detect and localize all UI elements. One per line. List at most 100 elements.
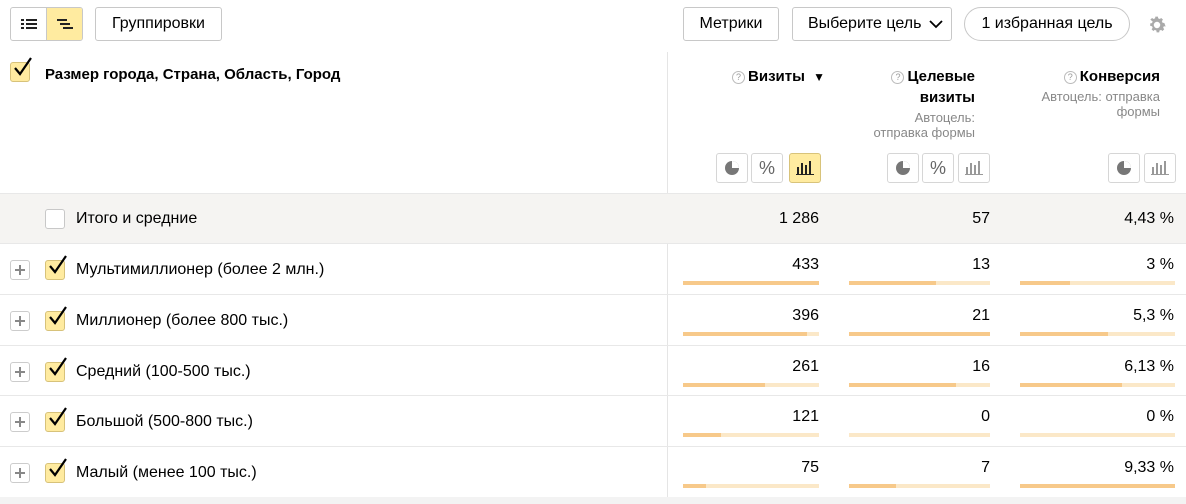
row-conversion: 6,13 % [1124,357,1174,375]
conversion-pie-button[interactable] [1108,153,1140,183]
row-checkbox[interactable] [45,255,67,280]
view-toggle [10,7,83,41]
row-goal-visits-bar-track [849,433,990,438]
column-goal-visits-title-1: Целевые [907,68,975,85]
sort-desc-icon[interactable]: ▼ [813,70,825,84]
column-visits-title: Визиты [748,68,805,85]
gear-icon[interactable] [1146,14,1168,36]
chevron-down-icon [929,19,944,28]
row-checkbox[interactable] [45,356,67,382]
row-conversion-bar-fill [1020,484,1175,489]
total-goal-visits: 57 [972,210,990,227]
help-icon[interactable]: ? [732,71,746,84]
row-conversion-bar-fill [1020,281,1070,285]
expand-row-button[interactable] [10,463,30,484]
metrics-button[interactable]: Метрики [683,7,779,41]
plus-icon [15,315,25,326]
row-checkbox[interactable] [45,458,67,484]
column-goal-visits-header[interactable]: ? Целевые визиты Автоцель: отправка формы [825,66,975,140]
visits-pie-button[interactable] [716,153,748,183]
expand-row-button[interactable] [10,361,30,382]
total-checkbox[interactable] [45,209,65,229]
conversion-bars-button[interactable] [1144,153,1176,183]
table-row: Большой (500-800 тыс.) 121 0 0 % [0,395,1186,446]
groupings-button[interactable]: Группировки [95,7,222,41]
row-conversion-bar-fill [1020,382,1122,387]
list-view-button[interactable] [11,8,46,40]
row-conversion: 5,3 % [1133,306,1174,324]
tree-icon [56,19,73,29]
percent-icon: % [929,157,946,178]
column-visits-header[interactable]: ? Визиты ▼ [665,66,825,88]
row-label: Средний (100-500 тыс.) [76,362,251,380]
checkmark-icon [49,407,67,427]
row-visits-bar-track [683,382,819,387]
row-visits-bar-fill [683,433,721,438]
goal-select-label: Выберите цель [808,15,922,32]
row-visits-bar-track [683,433,819,438]
row-conversion-bar-track [1020,382,1175,387]
expand-row-button[interactable] [10,310,30,331]
row-checkbox[interactable] [45,407,67,433]
bar-chart-icon [796,161,814,175]
checkmark-icon [49,306,67,325]
goal-visits-pie-button[interactable] [887,153,919,183]
expand-row-button[interactable] [10,260,30,280]
row-conversion-bar-fill [1020,331,1108,336]
row-goal-visits: 0 [981,408,990,426]
dimension-title: Размер города, Страна, Область, Город [45,66,341,83]
visits-percent-button[interactable]: % [751,153,783,183]
total-row: Итого и средние 1 286 57 4,43 % [0,193,1186,243]
row-visits-bar-fill [683,484,706,489]
row-conversion: 0 % [1146,408,1174,426]
pie-chart-icon [896,161,910,175]
row-visits: 75 [801,459,819,477]
tree-view-button[interactable] [46,8,82,40]
table-row: Миллионер (более 800 тыс.) 396 21 5,3 % [0,293,1186,345]
goal-visits-bars-button[interactable] [958,153,990,183]
plus-icon [15,265,25,275]
row-conversion-bar-track [1020,331,1175,336]
row-goal-visits-bar-track [849,281,990,285]
row-label: Мультимиллионер (более 2 млн.) [76,261,325,278]
column-conversion-title: Конверсия [1079,68,1160,85]
checkmark-icon [49,356,67,376]
row-visits-bar-fill [683,281,819,285]
table-footer-line [0,497,1186,504]
plus-icon [15,366,25,377]
list-icon [20,19,37,29]
row-visits-bar-track [683,484,819,489]
row-visits: 121 [792,408,819,426]
row-conversion-bar-track [1020,433,1175,438]
row-goal-visits-bar-fill [849,484,896,489]
row-goal-visits: 16 [972,357,990,375]
dimension-header-checkbox[interactable] [10,57,32,82]
row-goal-visits-bar-fill [849,382,956,387]
row-label: Большой (500-800 тыс.) [76,413,253,431]
row-goal-visits-bar-fill [849,281,936,285]
table-row: Средний (100-500 тыс.) 261 16 6,13 % [0,344,1186,396]
row-label: Малый (менее 100 тыс.) [76,464,257,482]
goal-select[interactable]: Выберите цель [792,7,952,41]
row-checkbox[interactable] [45,306,67,331]
help-icon[interactable]: ? [891,71,905,84]
column-goal-visits-title-2: визиты [919,89,975,106]
total-conversion: 4,43 % [1124,210,1174,227]
goal-visits-percent-button[interactable]: % [922,153,954,183]
row-visits: 433 [792,256,819,273]
bar-chart-icon [1151,161,1169,175]
row-visits-bar-track [683,281,819,285]
column-conversion-header[interactable]: ? Конверсия Автоцель: отправка формы [1000,66,1160,119]
favorite-goal-button[interactable]: 1 избранная цель [964,7,1130,41]
table-row: Мультимиллионер (более 2 млн.) 433 13 3 % [0,243,1186,294]
plus-icon [15,417,25,428]
row-conversion-bar-track [1020,281,1175,285]
row-conversion-bar-track [1020,484,1175,489]
row-goal-visits: 7 [981,459,990,477]
visits-bars-button[interactable] [789,153,821,183]
expand-row-button[interactable] [10,412,30,433]
help-icon[interactable]: ? [1063,71,1077,84]
row-goal-visits-bar-track [849,382,990,387]
plus-icon [15,468,25,479]
row-goal-visits: 13 [972,256,990,273]
